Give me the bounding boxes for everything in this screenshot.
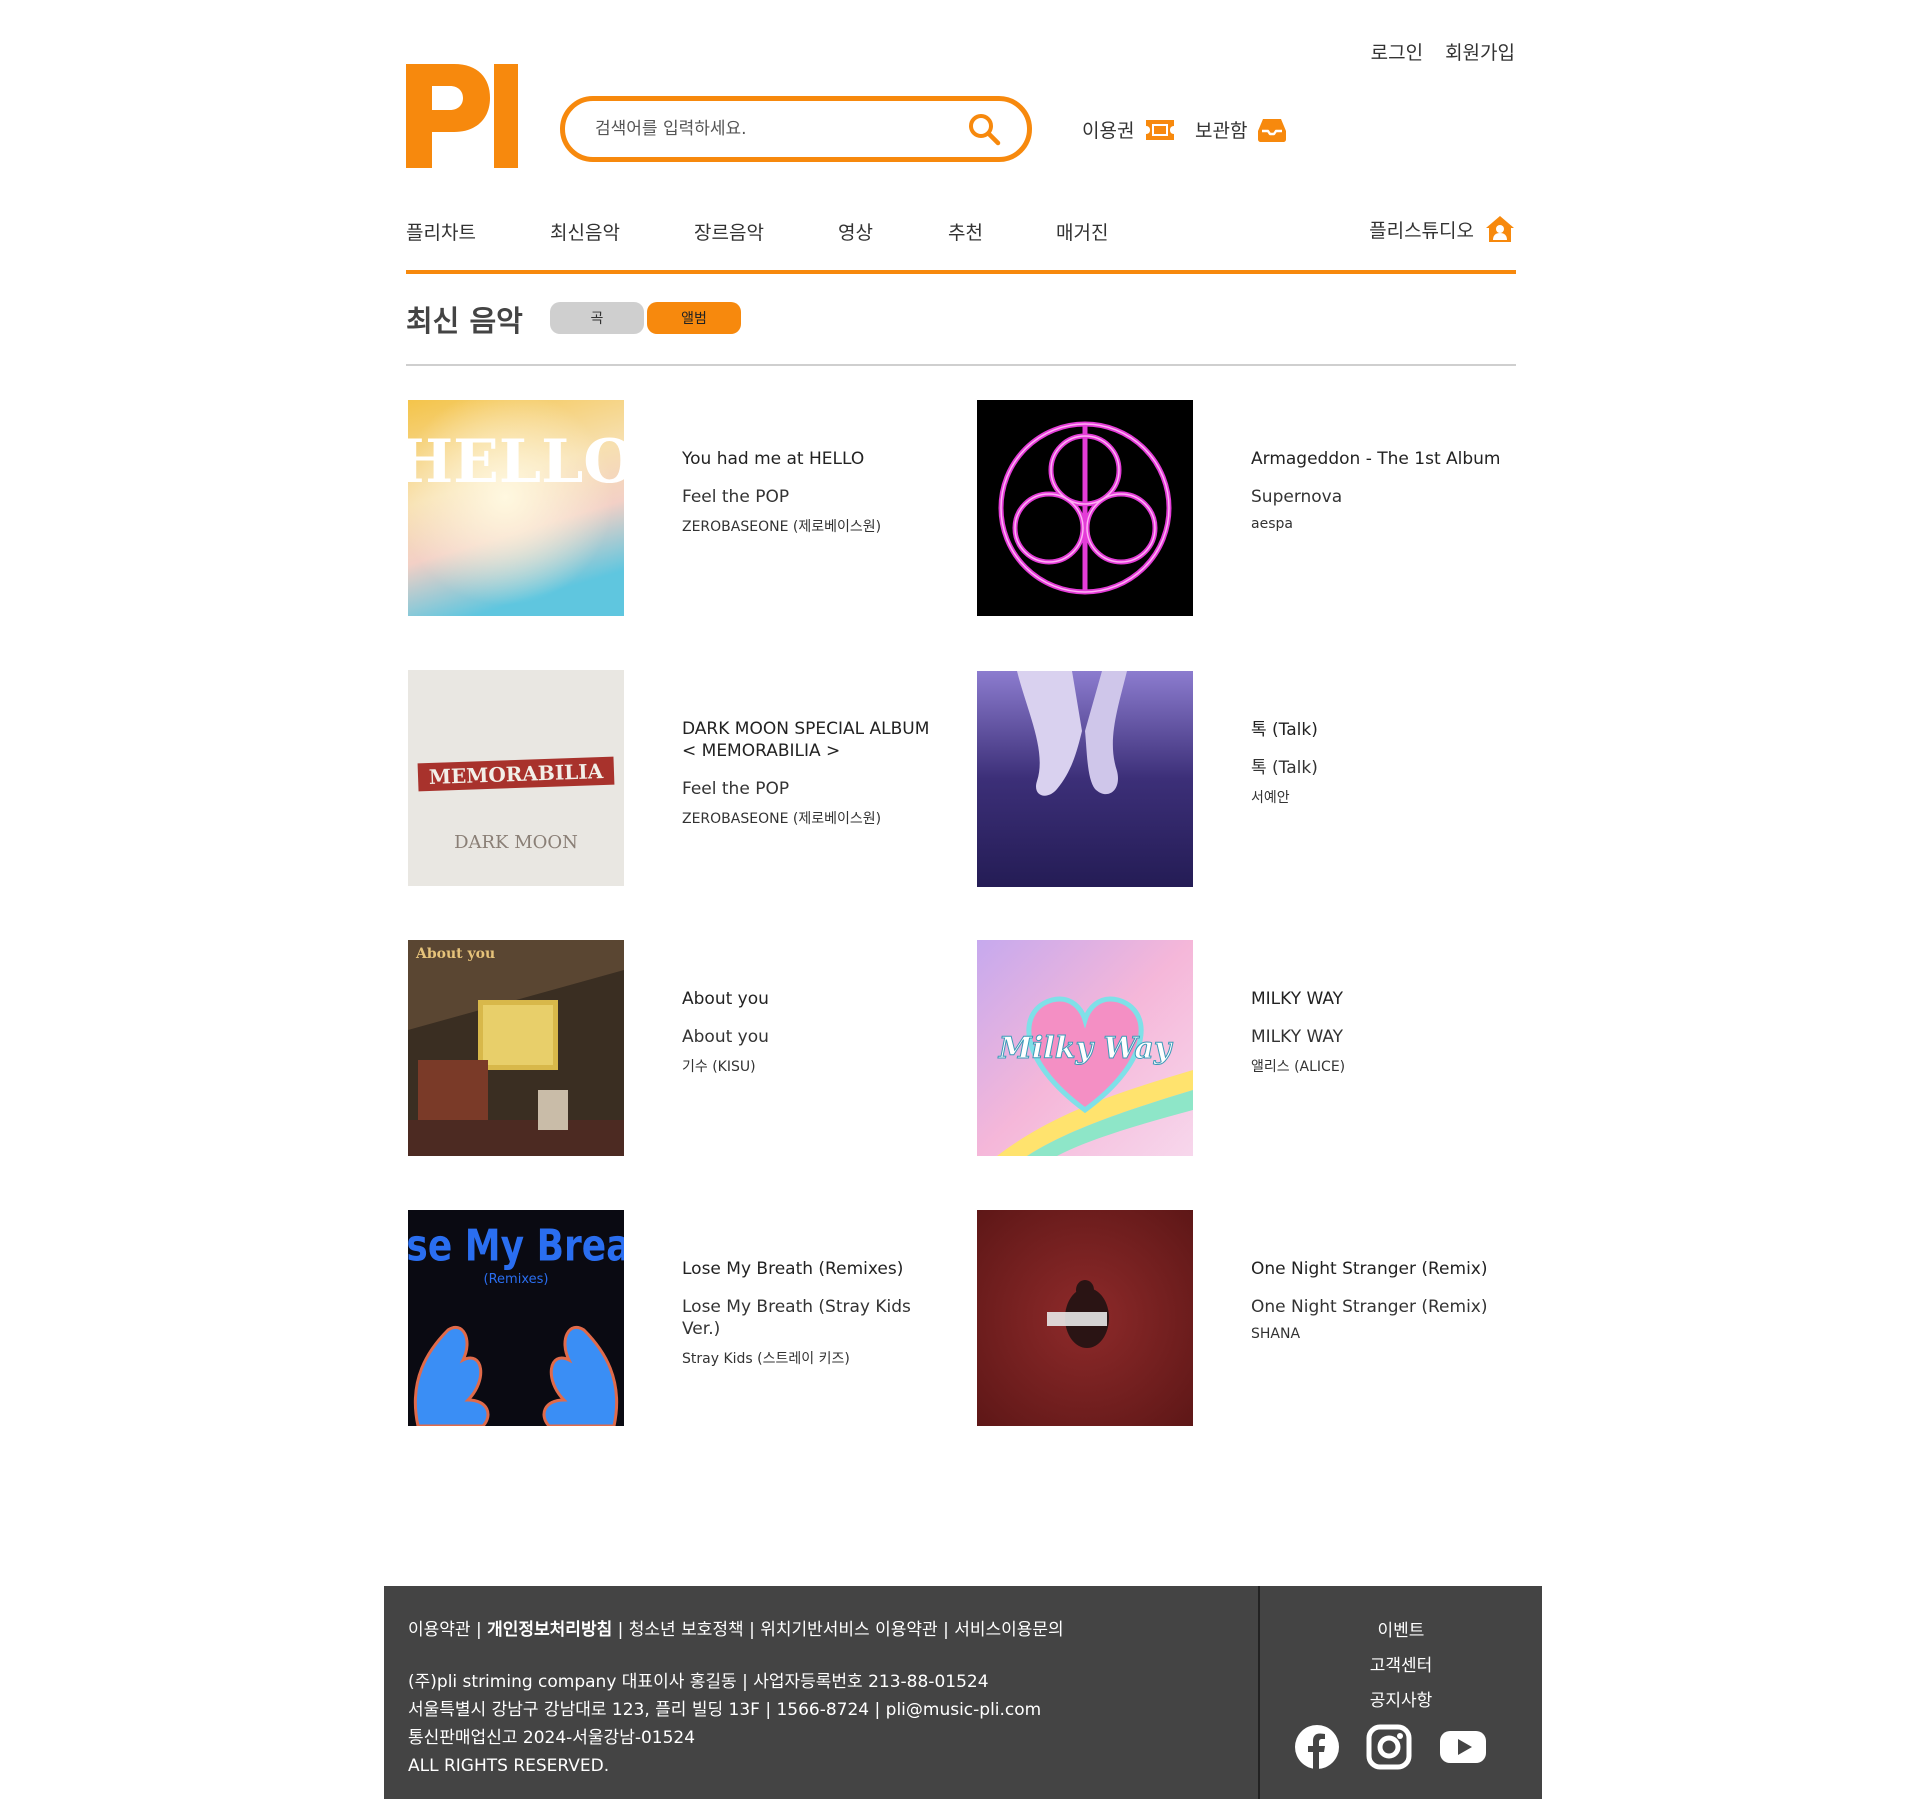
album-artist[interactable]: ZEROBASEONE (제로베이스원) xyxy=(682,808,952,828)
section-divider xyxy=(406,364,1516,366)
album-card[interactable]: One Night Stranger (Remix) One Night Str… xyxy=(977,1210,1517,1426)
album-cover: Milky Way xyxy=(977,940,1193,1156)
signup-link[interactable]: 회원가입 xyxy=(1445,38,1515,65)
album-song[interactable]: About you xyxy=(682,1026,952,1048)
nav-item-genre[interactable]: 장르음악 xyxy=(694,218,764,245)
search-icon[interactable] xyxy=(967,112,1001,146)
nav-item-recommend[interactable]: 추천 xyxy=(948,218,983,245)
album-title[interactable]: Lose My Breath (Remixes) xyxy=(682,1258,952,1280)
album-song[interactable]: Supernova xyxy=(1251,486,1521,508)
album-artist[interactable]: Stray Kids (스트레이 키즈) xyxy=(682,1348,952,1368)
footer-notice-link[interactable]: 공지사항 xyxy=(1260,1686,1542,1711)
ticket-icon xyxy=(1146,119,1175,140)
search-input[interactable] xyxy=(593,118,967,140)
album-cover: MEMORABILIA DARK MOON xyxy=(408,670,624,886)
svg-text:Milky Way: Milky Way xyxy=(998,1031,1174,1066)
album-song[interactable]: Lose My Breath (Stray Kids Ver.) xyxy=(682,1296,952,1340)
youtube-icon[interactable] xyxy=(1440,1724,1486,1770)
footer-inquiry-link[interactable]: 서비스이용문의 xyxy=(954,1620,1063,1640)
storage-label: 보관함 xyxy=(1195,120,1248,142)
footer: 이용약관 | 개인정보처리방침 | 청소년 보호정책 | 위치기반서비스 이용약… xyxy=(384,1586,1542,1799)
album-title[interactable]: MILKY WAY xyxy=(1251,988,1521,1010)
studio-label: 플리스튜디오 xyxy=(1369,219,1474,242)
album-card[interactable]: HELLO You had me at HELLO Feel the POP Z… xyxy=(408,400,948,616)
album-card[interactable]: Milky Way MILKY WAY MILKY WAY 앨리스 (ALICE… xyxy=(977,940,1517,1156)
album-artist[interactable]: 기수 (KISU) xyxy=(682,1056,952,1076)
album-title[interactable]: You had me at HELLO xyxy=(682,448,952,470)
facebook-icon[interactable] xyxy=(1294,1724,1340,1770)
album-title[interactable]: One Night Stranger (Remix) xyxy=(1251,1258,1521,1280)
album-title[interactable]: 톡 (Talk) xyxy=(1251,719,1521,741)
svg-text:Lose My Breath: Lose My Breath xyxy=(408,1221,624,1271)
album-title[interactable]: Armageddon - The 1st Album xyxy=(1251,448,1521,470)
album-card[interactable]: Armageddon - The 1st Album Supernova aes… xyxy=(977,400,1517,616)
svg-text:HELLO: HELLO xyxy=(408,427,624,497)
nav-item-magazine[interactable]: 매거진 xyxy=(1056,218,1108,245)
album-card[interactable]: 톡 (Talk) 톡 (Talk) 서예안 xyxy=(977,671,1517,887)
pli-logo[interactable] xyxy=(406,64,518,168)
album-song[interactable]: MILKY WAY xyxy=(1251,1026,1521,1048)
home-user-icon xyxy=(1486,216,1514,242)
footer-info: 이용약관 | 개인정보처리방침 | 청소년 보호정책 | 위치기반서비스 이용약… xyxy=(408,1616,1064,1780)
svg-text:DARK MOON: DARK MOON xyxy=(454,832,578,853)
footer-company: (주)pli striming company 대표이사 홍길동 | 사업자등록… xyxy=(408,1672,989,1692)
album-card[interactable]: About you About you About you 기수 (KISU) xyxy=(408,940,948,1156)
album-cover: HELLO xyxy=(408,400,624,616)
footer-terms-link[interactable]: 이용약관 xyxy=(408,1620,471,1640)
footer-right: 이벤트 고객센터 공지사항 xyxy=(1260,1586,1542,1799)
ticket-label: 이용권 xyxy=(1082,120,1135,142)
album-song[interactable]: 톡 (Talk) xyxy=(1251,757,1521,779)
album-card[interactable]: Lose My Breath (Remixes) Lose My Breath … xyxy=(408,1210,948,1426)
album-artist[interactable]: ZEROBASEONE (제로베이스원) xyxy=(682,516,952,536)
footer-links: 이용약관 | 개인정보처리방침 | 청소년 보호정책 | 위치기반서비스 이용약… xyxy=(408,1620,1064,1640)
instagram-icon[interactable] xyxy=(1366,1724,1412,1770)
footer-address: 서울특별시 강남구 강남대로 123, 플리 빌딩 13F | 1566-872… xyxy=(408,1700,1042,1720)
album-artist[interactable]: aespa xyxy=(1251,516,1521,532)
main-nav: 플리차트 최신음악 장르음악 영상 추천 매거진 플리스튜디오 xyxy=(406,214,1516,274)
svg-text:About you: About you xyxy=(415,946,495,962)
footer-license: 통신판매업신고 2024-서울강남-01524 xyxy=(408,1728,696,1748)
nav-item-video[interactable]: 영상 xyxy=(838,218,873,245)
ticket-button[interactable]: 이용권 xyxy=(1082,116,1176,143)
footer-rights: ALL RIGHTS RESERVED. xyxy=(408,1756,610,1776)
svg-text:(Remixes): (Remixes) xyxy=(484,1272,549,1287)
nav-item-new-music[interactable]: 최신음악 xyxy=(550,218,620,245)
album-card[interactable]: MEMORABILIA DARK MOON DARK MOON SPECIAL … xyxy=(408,670,948,886)
tab-song[interactable]: 곡 xyxy=(550,302,644,334)
top-links: 로그인 회원가입 xyxy=(1371,38,1515,65)
footer-privacy-link[interactable]: 개인정보처리방침 xyxy=(487,1620,612,1640)
storage-button[interactable]: 보관함 xyxy=(1195,116,1287,143)
inbox-icon xyxy=(1258,118,1287,142)
tab-album[interactable]: 앨범 xyxy=(647,302,741,334)
album-cover xyxy=(977,1210,1193,1426)
nav-item-studio[interactable]: 플리스튜디오 xyxy=(1369,214,1516,244)
search-box xyxy=(560,96,1032,162)
album-song[interactable]: One Night Stranger (Remix) xyxy=(1251,1296,1521,1318)
album-cover xyxy=(977,671,1193,887)
footer-youth-link[interactable]: 청소년 보호정책 xyxy=(629,1620,744,1640)
section-title: 최신 음악 xyxy=(406,304,523,338)
album-cover: Lose My Breath (Remixes) xyxy=(408,1210,624,1426)
footer-support-link[interactable]: 고객센터 xyxy=(1260,1651,1542,1676)
album-title[interactable]: DARK MOON SPECIAL ALBUM < MEMORABILIA > xyxy=(682,718,952,762)
album-title[interactable]: About you xyxy=(682,988,952,1010)
album-cover: About you xyxy=(408,940,624,1156)
footer-location-link[interactable]: 위치기반서비스 이용약관 xyxy=(760,1620,937,1640)
page: 로그인 회원가입 이용권 보관함 플리차트 최신음악 장르음악 영상 xyxy=(0,0,1920,1799)
album-artist[interactable]: 서예안 xyxy=(1251,787,1521,807)
footer-event-link[interactable]: 이벤트 xyxy=(1260,1616,1542,1641)
login-link[interactable]: 로그인 xyxy=(1371,38,1423,65)
album-song[interactable]: Feel the POP xyxy=(682,486,952,508)
album-artist[interactable]: 앨리스 (ALICE) xyxy=(1251,1056,1521,1076)
album-artist[interactable]: SHANA xyxy=(1251,1326,1521,1342)
album-song[interactable]: Feel the POP xyxy=(682,778,952,800)
nav-item-chart[interactable]: 플리차트 xyxy=(406,218,476,245)
album-cover xyxy=(977,400,1193,616)
